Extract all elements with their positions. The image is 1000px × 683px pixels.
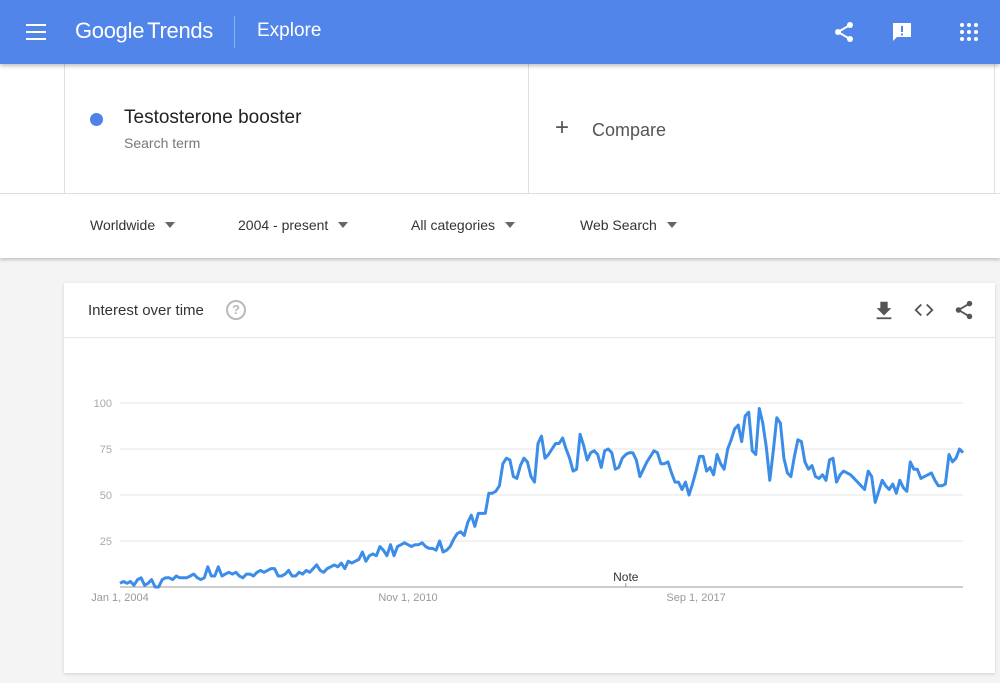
search-terms-area: Testosterone booster Search term + Compa… [0,64,1000,194]
compare-label: Compare [592,120,667,140]
filter-search-type-label: Web Search [580,217,657,233]
search-term-card[interactable]: Testosterone booster Search term [64,64,529,194]
download-icon[interactable] [873,299,895,321]
google-trends-logo[interactable]: Google Trends [75,18,213,44]
header-divider [234,16,235,48]
y-tick-label: 75 [100,444,112,456]
note-annotation[interactable]: Note [613,570,639,584]
interest-over-time-card: Interest over time ? 25 50 75 100 Jan 1, 200… [64,283,995,673]
top-app-bar: Google Trends Explore [0,0,1000,64]
feedback-icon[interactable] [890,20,914,44]
share-icon[interactable] [953,299,975,321]
interest-chart[interactable]: 25 50 75 100 Jan 1, 2004 Nov 1, 2010 Sep 1, 20… [64,338,995,673]
menu-icon[interactable] [26,24,46,40]
plus-icon: + [555,114,570,141]
dropdown-arrow-icon [338,222,349,229]
help-icon[interactable]: ? [226,300,246,320]
filter-bar: Worldwide 2004 - present All categories … [0,194,1000,258]
x-tick-label: Jan 1, 2004 [91,592,149,604]
y-tick-label: 100 [94,398,112,410]
embed-icon[interactable] [913,299,935,321]
filter-time-label: 2004 - present [238,217,329,233]
card-header: Interest over time ? [64,283,995,338]
x-tick-label: Sep 1, 2017 [666,592,725,604]
logo-google: Google [75,18,145,43]
dropdown-arrow-icon [505,222,516,229]
filter-time-range[interactable]: 2004 - present [238,217,349,233]
logo-trends: Trends [147,18,214,43]
page-title: Explore [257,20,322,41]
filter-region[interactable]: Worldwide [90,217,176,233]
dropdown-arrow-icon [165,222,176,229]
term-color-dot [90,113,103,126]
filter-region-label: Worldwide [90,217,156,233]
share-icon[interactable] [832,20,856,44]
search-term-type: Search term [124,135,201,151]
filter-category[interactable]: All categories [411,217,516,233]
filter-category-label: All categories [411,217,496,233]
search-term-name[interactable]: Testosterone booster [124,107,301,129]
filter-search-type[interactable]: Web Search [580,217,677,233]
compare-button[interactable]: + Compare [529,64,995,194]
y-tick-label: 25 [100,536,112,548]
card-title: Interest over time [88,302,204,319]
apps-icon[interactable] [957,20,981,44]
x-tick-label: Nov 1, 2010 [378,592,437,604]
dropdown-arrow-icon [666,222,677,229]
y-tick-label: 50 [100,490,112,502]
